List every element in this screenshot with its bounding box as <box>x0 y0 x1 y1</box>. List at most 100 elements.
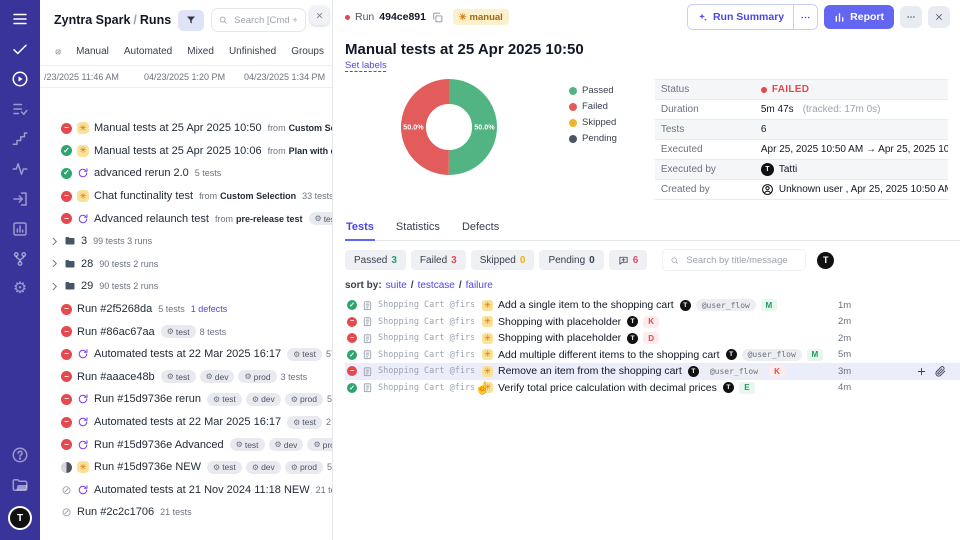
environment-tag: ⚙prod <box>238 370 276 383</box>
run-list-item[interactable]: ✓✳Manual tests at 25 Apr 2025 10:06fromP… <box>40 140 332 163</box>
tag-label: test <box>176 327 190 337</box>
tab-statistics[interactable]: Statistics <box>395 217 441 241</box>
filter-chip-failed[interactable]: Failed3 <box>411 250 466 270</box>
help-icon[interactable] <box>11 446 29 464</box>
close-run-button[interactable] <box>928 6 950 28</box>
sort-by-failure-link[interactable]: failure <box>466 280 493 291</box>
info-value: FAILED <box>761 84 809 95</box>
test-result-row[interactable]: ✓Shopping Cart @firs...✳Verify total pri… <box>345 380 960 397</box>
manual-run-icon: ✳ <box>77 190 89 202</box>
test-result-row[interactable]: −Shopping Cart @firs...✳Remove an item f… <box>345 363 960 380</box>
sidebar-tab-unfinished[interactable]: Unfinished <box>229 46 276 57</box>
run-list-item[interactable]: −Run #15d9736e rerun⚙test⚙dev⚙prod5 test… <box>40 388 332 411</box>
attachment-icon[interactable] <box>935 366 946 377</box>
run-list-item[interactable]: −✳Manual tests at 25 Apr 2025 10:50fromC… <box>40 117 332 140</box>
menu-icon[interactable] <box>11 10 29 28</box>
testcase-icon <box>362 366 373 377</box>
sidebar-search-box[interactable] <box>211 8 306 32</box>
testcases-icon[interactable] <box>11 40 29 58</box>
sidebar-close-button[interactable] <box>310 6 329 25</box>
sidebar-tab-manual[interactable]: Manual <box>76 46 109 57</box>
run-name: Run #2f5268da <box>77 303 152 315</box>
copy-run-id-button[interactable] <box>431 11 444 24</box>
run-list-item[interactable]: ⊘Run #2c2c170621 tests <box>40 501 332 524</box>
run-list-item[interactable]: −Automated tests at 22 Mar 2025 16:17⚙te… <box>40 411 332 434</box>
sidebar-search-input[interactable] <box>232 14 299 27</box>
add-icon[interactable] <box>916 366 927 377</box>
filter-chip-skipped[interactable]: Skipped0 <box>471 250 535 270</box>
test-plans-icon[interactable] <box>11 100 29 118</box>
environment-tag: ⚙test <box>161 325 196 338</box>
milestone-badge: M <box>761 299 777 311</box>
run-list-item[interactable]: −Run #aaace48b⚙test⚙dev⚙prod3 tests <box>40 366 332 389</box>
documents-icon[interactable] <box>11 476 29 494</box>
requirements-icon[interactable] <box>11 190 29 208</box>
from-label: from <box>268 146 286 156</box>
sort-by-suite-link[interactable]: suite <box>386 280 407 291</box>
filter-chip-comments[interactable]: 6 <box>609 250 648 270</box>
status-failed-icon: − <box>61 191 72 202</box>
filter-chip-passed[interactable]: Passed3 <box>345 250 406 270</box>
test-result-row[interactable]: ✓Shopping Cart @firs...✳Add a single ite… <box>345 297 960 314</box>
manual-test-icon: ✳ <box>482 333 493 344</box>
tab-tests[interactable]: Tests <box>345 217 375 241</box>
info-value: 5m 47s(tracked: 17m 0s) <box>761 104 881 115</box>
set-labels-link[interactable]: Set labels <box>345 60 387 71</box>
run-name: Run #86ac67aa <box>77 326 155 338</box>
project-name-link[interactable]: Zyntra Spark <box>54 13 130 27</box>
milestone-badge: M <box>807 349 823 361</box>
more-options-button[interactable] <box>900 6 922 28</box>
integrations-icon[interactable] <box>11 250 29 268</box>
filter-button[interactable] <box>178 10 204 31</box>
sidebar-tab-automated[interactable]: Automated <box>124 46 172 57</box>
milestones-icon[interactable] <box>11 130 29 148</box>
environment-tag: ⚙dev <box>246 393 281 406</box>
run-summary-button[interactable]: Run Summary <box>688 5 793 29</box>
tests-search-box[interactable] <box>662 249 806 271</box>
run-meta: 5/5 tests <box>327 462 332 472</box>
chip-label: Failed <box>420 255 447 266</box>
run-list-item[interactable]: −✳Chat functinality testfromCustom Selec… <box>40 185 332 208</box>
info-row: StatusFAILED <box>655 79 948 100</box>
run-list-item[interactable]: −Advanced relaunch testfrompre-release t… <box>40 207 332 230</box>
run-list-item[interactable]: 2990 tests 2 runs <box>40 275 332 298</box>
environment-tag: ⚙test <box>287 348 322 361</box>
reports-icon[interactable] <box>11 220 29 238</box>
settings-gear-icon[interactable]: ⚙ <box>11 280 29 298</box>
report-button[interactable]: Report <box>824 5 894 29</box>
legend-dot <box>569 87 577 95</box>
user-avatar[interactable]: T <box>8 506 32 530</box>
filter-chip-pending[interactable]: Pending0 <box>539 250 603 270</box>
nav-rail: ⚙T <box>0 0 40 540</box>
run-list-item[interactable]: ⊘Automated tests at 21 Nov 2024 11:18 NE… <box>40 479 332 502</box>
tag-chip: @user_flow <box>704 365 764 377</box>
run-list-item[interactable]: ✓advanced rerun 2.05 tests <box>40 162 332 185</box>
assignee-filter-avatar[interactable]: T <box>817 252 834 269</box>
run-name: 3 <box>81 235 87 247</box>
sort-by-testcase-link[interactable]: testcase <box>418 280 455 291</box>
test-result-row[interactable]: −Shopping Cart @firs...✳Shopping with pl… <box>345 330 960 347</box>
activity-icon[interactable] <box>11 160 29 178</box>
suite-name: Shopping Cart @firs... <box>378 350 474 360</box>
runs-icon[interactable] <box>11 70 29 88</box>
tab-defects[interactable]: Defects <box>461 217 500 241</box>
run-list-item[interactable]: 399 tests 3 runs <box>40 230 332 253</box>
test-result-row[interactable]: −Shopping Cart @firs...✳Shopping with pl… <box>345 314 960 331</box>
run-list-item[interactable]: −Run #2f5268da5 tests1 defects <box>40 298 332 321</box>
defects-link[interactable]: 1 defects <box>191 304 228 314</box>
run-list-item[interactable]: ✳Run #15d9736e NEW⚙test⚙dev⚙prod5/5 test… <box>40 456 332 479</box>
tag-label: dev <box>284 440 298 450</box>
svg-text:50.0%: 50.0% <box>474 122 495 131</box>
tag-label: test <box>176 372 190 382</box>
assignee-avatar: T <box>726 349 737 360</box>
run-list-item[interactable]: −Automated tests at 22 Mar 2025 16:17⚙te… <box>40 343 332 366</box>
test-result-row[interactable]: ✓Shopping Cart @firs...✳Add multiple dif… <box>345 347 960 364</box>
sidebar-tab-mixed[interactable]: Mixed <box>187 46 214 57</box>
sidebar-tab-groups[interactable]: Groups <box>291 46 324 57</box>
run-list-item[interactable]: 2890 tests 2 runs <box>40 253 332 276</box>
run-date: 04/23/2025 1:20 PM <box>144 72 244 82</box>
run-list-item[interactable]: −Run #15d9736e Advanced⚙test⚙dev⚙prod4 t… <box>40 433 332 456</box>
run-list-item[interactable]: −Run #86ac67aa⚙test8 tests <box>40 320 332 343</box>
tests-search-input[interactable] <box>684 254 798 267</box>
run-summary-more-button[interactable] <box>793 5 817 29</box>
